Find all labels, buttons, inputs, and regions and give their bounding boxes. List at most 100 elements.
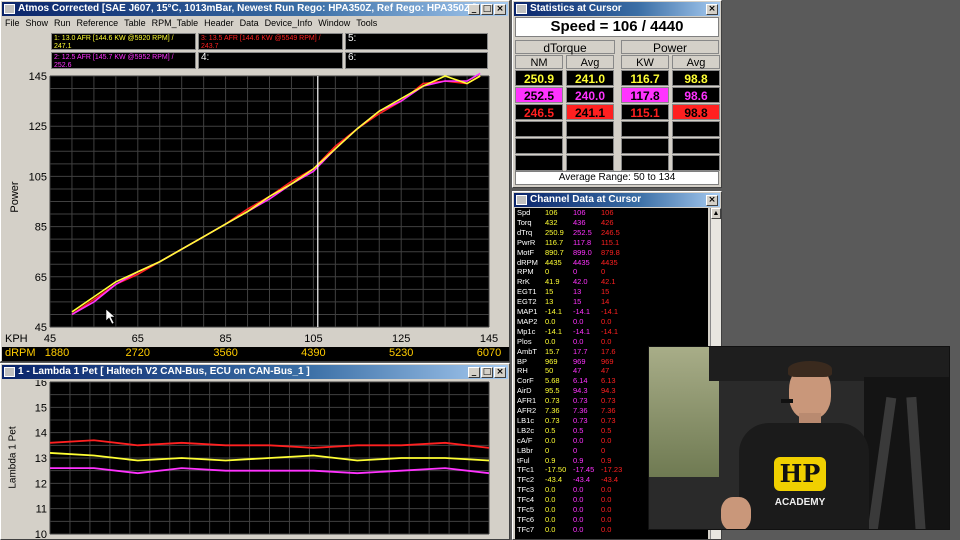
channel-value: 94.3 (573, 386, 588, 396)
legend-entry-6[interactable]: 6: (345, 52, 488, 69)
drpm-tick-label: 5230 (388, 347, 414, 359)
scroll-up-icon[interactable]: ▲ (711, 208, 721, 219)
menu-bar: File Show Run Reference Table RPM_Table Header… (2, 17, 508, 30)
y-tick-label: 14 (35, 428, 47, 440)
channel-name: RH (517, 366, 528, 376)
channel-value: -14.1 (573, 307, 591, 316)
y-tick-label: 15 (35, 402, 47, 414)
channel-value: 0.73 (573, 415, 588, 425)
channel-value: 15 (601, 287, 610, 297)
channel-name: RPM (517, 267, 534, 277)
menu-item-tools[interactable]: Tools (356, 18, 377, 28)
y-tick-label: 45 (35, 322, 47, 333)
close-icon[interactable]: × (706, 4, 718, 15)
stat-cell: 246.5 (515, 104, 563, 120)
channel-value: 5.68 (545, 376, 560, 386)
legend-entry-2[interactable]: 2: 12.5 AFR [145.7 KW @5952 RPM] / 252.6 (51, 52, 196, 69)
y-tick-label: 10 (35, 529, 47, 540)
channel-value: 4435 (601, 257, 618, 267)
channel-row: dTrq 250.9 252.5 246.5 (515, 228, 708, 238)
maximize-icon[interactable]: □ (481, 367, 493, 378)
channel-value: 969 (545, 356, 558, 366)
channel-value: 7.36 (545, 406, 560, 415)
menu-item-run[interactable]: Run (54, 18, 71, 28)
statistics-window-titlebar[interactable]: Statistics at Cursor × (514, 2, 720, 16)
menu-item-show[interactable]: Show (26, 18, 49, 28)
maximize-icon[interactable]: □ (481, 4, 493, 15)
menu-item-table[interactable]: Table (124, 18, 146, 28)
channel-value: -17.50 (545, 465, 567, 475)
x-tick-label: 145 (479, 333, 499, 345)
y-tick-label: 16 (35, 380, 47, 389)
x-tick-label: 125 (392, 333, 411, 345)
drpm-tick-label: 6070 (476, 347, 502, 359)
minimize-icon[interactable]: _ (468, 4, 480, 15)
channel-value: 0.0 (573, 316, 584, 326)
channel-name: AirD (517, 386, 532, 396)
menu-item-header[interactable]: Header (204, 18, 234, 28)
channel-row: dRPM 4435 4435 4435 (515, 258, 708, 268)
menu-item-reference[interactable]: Reference (77, 18, 119, 28)
channel-value: 117.8 (573, 237, 592, 247)
channel-value: 0 (573, 445, 578, 455)
channel-name: Spd (517, 208, 531, 217)
close-icon[interactable]: × (494, 4, 506, 15)
minimize-icon[interactable]: _ (468, 367, 480, 378)
channel-name: tFul (517, 455, 530, 465)
close-icon[interactable]: × (494, 367, 506, 378)
channel-name: cA/F (517, 435, 533, 445)
channel-value: 116.7 (545, 237, 564, 247)
shirt-text: ACADEMY (774, 497, 826, 508)
dtorque-header: dTorque (515, 40, 615, 55)
channel-value: 0 (545, 267, 550, 277)
channel-value: 95.5 (545, 386, 560, 396)
channel-row: Mp1c -14.1 -14.1 -14.1 (515, 327, 708, 337)
legend-entry-4[interactable]: 4: (198, 52, 343, 69)
power-chart[interactable]: 145 125 105 85 65 45 (1, 71, 511, 333)
x-tick-label: 45 (43, 333, 57, 345)
channel-value: -43.4 (601, 475, 619, 485)
channel-name: MotF (517, 247, 535, 257)
channel-value: 0.0 (601, 435, 612, 445)
menu-item-device-info[interactable]: Device_Info (265, 18, 313, 28)
menu-item-window[interactable]: Window (318, 18, 350, 28)
menu-item-data[interactable]: Data (240, 18, 259, 28)
average-range: Average Range: 50 to 134 (515, 171, 719, 185)
menu-item-file[interactable]: File (5, 18, 20, 28)
channel-name: TFc7 (517, 524, 535, 534)
channel-row: EGT1 15 13 15 (515, 287, 708, 297)
legend-entry-5[interactable]: 5: (345, 33, 488, 50)
legend-num: 2: (54, 54, 60, 61)
channel-value: 0.0 (573, 524, 584, 534)
person-hand (721, 497, 751, 529)
channel-value: 0.73 (545, 396, 560, 406)
stat-cell: 252.5 (515, 87, 563, 103)
y-tick-label: 125 (29, 121, 47, 133)
channel-value: 94.3 (601, 386, 616, 396)
stat-cell: 241.0 (566, 70, 614, 86)
channel-value: -14.1 (601, 307, 619, 316)
y-tick-label: 145 (29, 71, 47, 83)
channel-value: -17.45 (573, 465, 595, 475)
lambda-window: 1 - Lambda 1 Pet [ Haltech V2 CAN-Bus, E… (0, 363, 510, 540)
col-nm: NM (515, 55, 563, 69)
stat-cell (621, 155, 669, 171)
channel-window-titlebar[interactable]: Channel Data at Cursor × (514, 193, 720, 207)
headset-mic (781, 399, 793, 403)
legend-entry-3[interactable]: 3: 13.5 AFR [144.6 KW @5549 RPM] / 243.7 (198, 33, 343, 50)
power-window-titlebar[interactable]: Atmos Corrected [SAE J607, 15°C, 1013mBa… (2, 2, 508, 16)
legend-entry-1[interactable]: 1: 13.0 AFR [144.6 KW @5920 RPM] / 247.1 (51, 33, 196, 50)
shirt-logo: HP (774, 457, 826, 491)
channel-name: dRPM (517, 257, 538, 267)
channel-value: 0.0 (601, 495, 612, 505)
channel-name: TFc6 (517, 514, 535, 524)
channel-row: Plos 0.0 0.0 0.0 (515, 337, 708, 347)
channel-row: Torq 432 436 426 (515, 218, 708, 228)
channel-value: 969 (573, 356, 586, 366)
menu-item-rpm-table[interactable]: RPM_Table (152, 18, 199, 28)
lambda-chart[interactable]: 16 15 14 13 12 11 10 (1, 380, 511, 540)
close-icon[interactable]: × (706, 195, 718, 206)
channel-value: 0.0 (573, 435, 584, 445)
channel-name: AFR2 (517, 406, 537, 415)
lambda-window-titlebar[interactable]: 1 - Lambda 1 Pet [ Haltech V2 CAN-Bus, E… (2, 365, 508, 379)
